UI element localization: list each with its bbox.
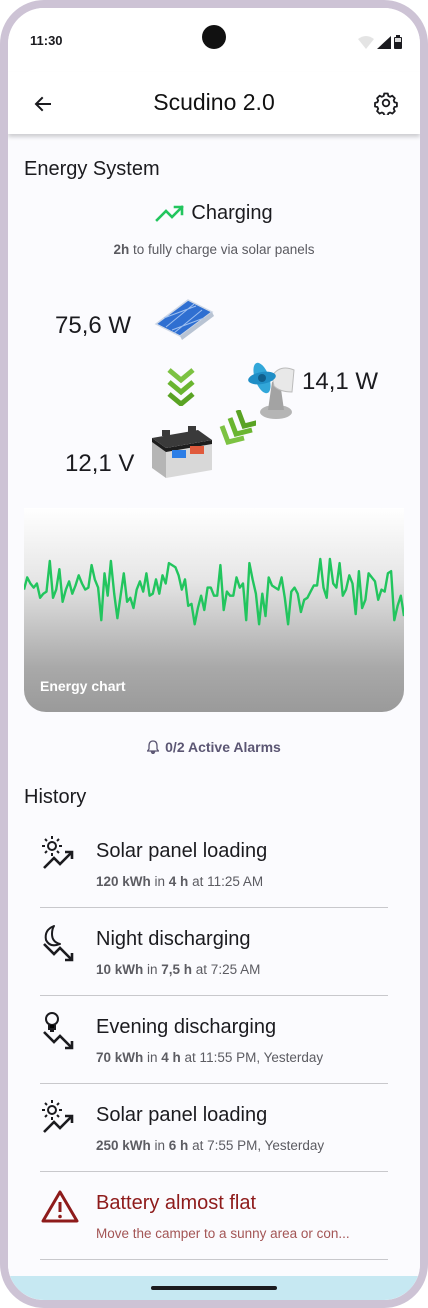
history-item-warning[interactable]: Battery almost flat Move the camper to a… xyxy=(40,1172,388,1260)
charging-label: Charging xyxy=(191,202,273,224)
charge-time-bold: 2h xyxy=(113,242,130,257)
content: Energy System Charging 2h to fully charg… xyxy=(8,134,420,1276)
status-bar: 11:30 xyxy=(8,8,420,72)
history-amount: 250 kWh xyxy=(96,1138,151,1153)
energy-chart-label: Energy chart xyxy=(40,678,126,694)
home-indicator[interactable] xyxy=(151,1286,277,1290)
bell-icon xyxy=(146,740,160,755)
history-item-detail: 250 kWh in 6 h at 7:55 PM, Yesterday xyxy=(96,1138,324,1153)
history-item-title: Solar panel loading xyxy=(96,1104,268,1126)
app-bar: Scudino 2.0 xyxy=(8,72,420,134)
battery-icon xyxy=(152,426,212,478)
history-item-detail: 70 kWh in 4 h at 11:55 PM, Yesterday xyxy=(96,1050,323,1065)
status-icons xyxy=(358,35,402,49)
history-duration: 4 h xyxy=(168,874,189,889)
history-in: in xyxy=(150,1138,169,1153)
history-item[interactable]: Night discharging 10 kWh in 7,5 h at 7:2… xyxy=(40,908,388,996)
warning-triangle-icon xyxy=(41,1190,79,1223)
app-title: Scudino 2.0 xyxy=(153,89,275,115)
bulb-trend-down-icon xyxy=(43,1012,74,1050)
history-section-title: History xyxy=(24,786,87,808)
charge-time-text: 2h to fully charge via solar panels xyxy=(8,242,420,257)
gear-icon xyxy=(374,92,398,117)
gesture-nav-bar xyxy=(8,1276,420,1300)
energy-section-title: Energy System xyxy=(24,158,160,180)
chevrons-diagonal-icon xyxy=(219,410,256,445)
history-item-title: Night discharging xyxy=(96,928,251,950)
trending-up-icon xyxy=(155,204,185,222)
history-item-title: Solar panel loading xyxy=(96,840,268,862)
history-item-title: Battery almost flat xyxy=(96,1192,257,1214)
history-time: at 11:55 PM, Yesterday xyxy=(180,1050,324,1065)
sun-trend-up-icon xyxy=(42,836,74,869)
fan-power-value: 14,1 W xyxy=(302,368,379,395)
energy-series-line xyxy=(24,557,404,626)
charge-time-rest: to fully charge via solar panels xyxy=(129,242,315,257)
settings-button[interactable] xyxy=(374,91,398,117)
history-time: at 7:25 AM xyxy=(192,962,261,977)
energy-chart[interactable]: Energy chart xyxy=(24,508,404,712)
wifi-icon xyxy=(358,36,374,49)
history-item-detail: 120 kWh in 4 h at 11:25 AM xyxy=(96,874,263,889)
history-item[interactable]: Solar panel loading 120 kWh in 4 h at 11… xyxy=(40,820,388,908)
active-alarms-link[interactable]: 0/2 Active Alarms xyxy=(8,739,420,755)
history-time: at 11:25 AM xyxy=(188,874,264,889)
history-duration: 7,5 h xyxy=(161,962,193,977)
history-duration: 6 h xyxy=(168,1138,189,1153)
phone-frame: 11:30 Scudino 2.0 Energy System Charging… xyxy=(0,0,428,1308)
solar-power-value: 75,6 W xyxy=(55,312,132,339)
active-alarms-label: 0/2 Active Alarms xyxy=(165,739,281,755)
history-in: in xyxy=(150,874,169,889)
moon-trend-down-icon xyxy=(43,925,74,962)
status-time: 11:30 xyxy=(30,33,63,48)
history-duration: 4 h xyxy=(161,1050,181,1065)
history-in: in xyxy=(143,1050,162,1065)
history-item-title: Evening discharging xyxy=(96,1016,277,1038)
history-in: in xyxy=(143,962,162,977)
history-time: at 7:55 PM, Yesterday xyxy=(188,1138,325,1153)
battery-icon xyxy=(394,35,402,49)
chevrons-down-icon xyxy=(167,368,195,406)
solar-panel-icon xyxy=(154,299,214,340)
history-item-detail: 10 kWh in 7,5 h at 7:25 AM xyxy=(96,962,260,977)
sun-trend-up-icon xyxy=(42,1100,74,1133)
history-amount: 70 kWh xyxy=(96,1050,144,1065)
battery-voltage-value: 12,1 V xyxy=(65,450,135,477)
camera-cutout xyxy=(202,25,226,49)
history-amount: 10 kWh xyxy=(96,962,144,977)
history-item[interactable]: Evening discharging 70 kWh in 4 h at 11:… xyxy=(40,996,388,1084)
signal-icon xyxy=(377,36,391,49)
history-item-message: Move the camper to a sunny area or con..… xyxy=(96,1226,350,1241)
charging-status: Charging xyxy=(8,202,420,225)
history-amount: 120 kWh xyxy=(96,874,151,889)
history-item[interactable]: Solar panel loading 250 kWh in 6 h at 7:… xyxy=(40,1084,388,1172)
